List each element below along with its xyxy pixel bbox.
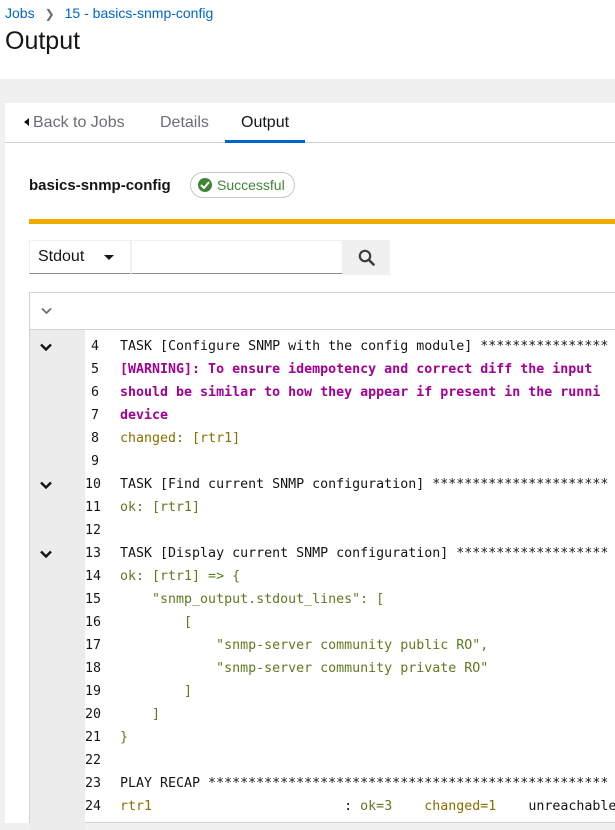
line-number: 19 — [85, 684, 102, 699]
status-badge: Successful — [190, 172, 295, 198]
tab-bar: Back to Jobs Details Output — [5, 103, 615, 143]
search-button[interactable] — [343, 240, 390, 275]
output-line: 7 device — [30, 404, 615, 427]
collapse-chevron-icon[interactable] — [40, 481, 52, 489]
line-number: 14 — [85, 569, 102, 584]
line-number: 15 — [85, 592, 102, 607]
line-number: 8 — [90, 431, 99, 446]
output-line: 19 ] — [30, 680, 615, 703]
line-number: 12 — [85, 523, 102, 538]
line-number: 7 — [90, 408, 99, 423]
output-line: 18 "snmp-server community private RO" — [30, 657, 615, 680]
line-number: 17 — [85, 638, 102, 653]
recap-host: rtr1 — [120, 799, 153, 814]
line-number: 13 — [85, 546, 102, 561]
line-text: ] — [120, 707, 161, 722]
tab-output-label: Output — [241, 114, 290, 131]
caret-left-icon — [24, 118, 29, 126]
output-line: 22 — [30, 749, 615, 772]
breadcrumb: Jobs ❯ 15 - basics-snmp-config — [5, 5, 213, 22]
recap-gap — [392, 799, 424, 814]
search-icon — [358, 249, 375, 266]
line-number: 21 — [85, 730, 102, 745]
line-text: "snmp_output.stdout_lines": [ — [120, 592, 385, 607]
line-text: "snmp-server community private RO" — [120, 661, 489, 676]
line-text: rtr1 : ok=3 changed=1 unreachable — [120, 795, 615, 818]
line-text: device — [120, 408, 169, 423]
line-number: 4 — [90, 339, 99, 354]
output-line: 15 "snmp_output.stdout_lines": [ — [30, 588, 615, 611]
output-line: 21} — [30, 726, 615, 749]
tab-back-label: Back to Jobs — [33, 114, 125, 131]
tab-details[interactable]: Details — [160, 103, 209, 142]
line-text: [ — [120, 615, 193, 630]
page-title: Output — [5, 27, 81, 55]
tab-back-to-jobs[interactable]: Back to Jobs — [24, 103, 125, 142]
line-number: 9 — [90, 454, 99, 469]
stream-filter-value: Stdout — [38, 248, 85, 265]
output-line: 24 rtr1 : ok=3 changed=1 unreachable — [30, 795, 615, 818]
line-number: 24 — [85, 799, 102, 814]
output-toolbar — [30, 293, 615, 330]
line-text: should be similar to how they appear if … — [120, 385, 601, 400]
output-line: 12 — [30, 519, 615, 542]
page-header: Jobs ❯ 15 - basics-snmp-config Output — [0, 0, 615, 79]
stream-filter-select[interactable]: Stdout — [29, 240, 131, 274]
line-text: ok: [rtr1] => { — [120, 569, 241, 584]
line-text: TASK [Find current SNMP configuration] *… — [120, 477, 609, 492]
output-line: 23 PLAY RECAP ***************************… — [30, 772, 615, 795]
tab-output[interactable]: Output — [224, 103, 306, 143]
output-line: 17 "snmp-server community public RO", — [30, 634, 615, 657]
status-label: Successful — [217, 177, 285, 193]
line-text: TASK [Display current SNMP configuration… — [120, 546, 609, 561]
output-line: 9 — [30, 450, 615, 473]
output-line: 14 ok: [rtr1] => { — [30, 565, 615, 588]
output-line: 6 should be similar to how they appear if… — [30, 381, 615, 404]
line-number: 5 — [90, 362, 99, 377]
job-output-card: Back to Jobs Details Output basics-snmp-… — [5, 103, 615, 830]
search-input[interactable] — [131, 240, 343, 274]
tab-details-label: Details — [160, 114, 209, 131]
check-circle-icon — [198, 178, 212, 192]
line-number: 23 — [85, 776, 102, 791]
output-line: 8 changed: [rtr1] — [30, 427, 615, 450]
breadcrumb-separator-icon: ❯ — [44, 7, 55, 21]
recap-sep: : — [152, 799, 361, 814]
recap-ok: ok=3 — [360, 799, 393, 814]
output-line: 20 ] — [30, 703, 615, 726]
line-text: } — [120, 730, 129, 745]
line-number: 6 — [90, 385, 99, 400]
recap-unreachable: unreachable — [528, 799, 615, 814]
line-number: 22 — [85, 753, 102, 768]
line-text: PLAY RECAP *****************************… — [120, 776, 609, 791]
recap-changed: changed=1 — [424, 799, 497, 814]
output-line: 5 [WARNING]: To ensure idempotency and co… — [30, 358, 615, 381]
line-number: 16 — [85, 615, 102, 630]
line-number: 11 — [85, 500, 102, 515]
line-text: ok: [rtr1] — [120, 500, 201, 515]
line-number: 10 — [85, 477, 102, 492]
line-text: TASK [Configure SNMP with the config mod… — [120, 339, 609, 354]
output-line: 4 TASK [Configure SNMP with the config mo… — [30, 335, 615, 358]
expand-all-icon[interactable] — [41, 307, 52, 315]
job-progress-bar — [29, 219, 615, 224]
line-text: [WARNING]: To ensure idempotency and cor… — [120, 362, 593, 377]
line-text: "snmp-server community public RO", — [120, 638, 489, 653]
output-line: 10 TASK [Find current SNMP configuration]… — [30, 473, 615, 496]
line-number: 20 — [85, 707, 102, 722]
output-line: 13 TASK [Display current SNMP configurati… — [30, 542, 615, 565]
breadcrumb-job-link[interactable]: 15 - basics-snmp-config — [65, 5, 214, 21]
line-number: 18 — [85, 661, 102, 676]
collapse-chevron-icon[interactable] — [40, 550, 52, 558]
output-line: 16 [ — [30, 611, 615, 634]
line-text: ] — [120, 684, 193, 699]
job-name: basics-snmp-config — [29, 177, 171, 194]
output-line: 11 ok: [rtr1] — [30, 496, 615, 519]
breadcrumb-jobs-link[interactable]: Jobs — [5, 5, 35, 21]
job-output-panel: 4 TASK [Configure SNMP with the config mo… — [29, 292, 615, 830]
line-text: changed: [rtr1] — [120, 431, 241, 446]
recap-gap — [496, 799, 528, 814]
caret-down-icon — [104, 255, 114, 260]
collapse-chevron-icon[interactable] — [40, 343, 52, 351]
